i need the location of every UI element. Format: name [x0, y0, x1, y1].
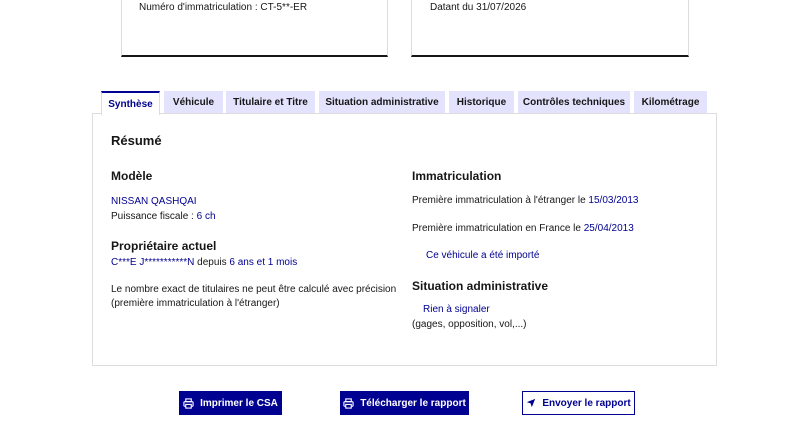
tab-kilometrage[interactable]: Kilométrage [634, 91, 707, 114]
france-registration-label: Première immatriculation en France le [412, 223, 584, 234]
summary-panel: Résumé Modèle NISSAN QASHQAI Puissance f… [92, 113, 717, 366]
owner-since-label: depuis [194, 257, 230, 268]
tab-historique[interactable]: Historique [449, 91, 514, 114]
summary-title: Résumé [111, 133, 162, 148]
model-heading: Modèle [111, 169, 153, 183]
france-registration-date: 25/04/2013 [583, 223, 634, 234]
owner-since-value: 6 ans et 1 mois [229, 257, 298, 268]
foreign-registration-label: Première immatriculation à l'étranger le [412, 195, 589, 206]
owner-note-line1: Le nombre exact de titulaires ne peut êt… [111, 284, 397, 295]
france-registration: Première immatriculation en France le 25… [412, 223, 634, 234]
foreign-registration-date: 15/03/2013 [588, 195, 639, 206]
admin-status-link[interactable]: Rien à signaler [423, 304, 490, 315]
tab-vehicule[interactable]: Véhicule [164, 91, 223, 114]
print-csa-button[interactable]: Imprimer le CSA [179, 391, 282, 415]
fiscal-power-label: Puissance fiscale : [111, 211, 197, 222]
owner-line: C***E J***********N depuis 6 ans et 1 mo… [111, 257, 297, 268]
fiscal-power: Puissance fiscale : 6 ch [111, 211, 216, 222]
owner-name: C***E J***********N [111, 257, 195, 268]
report-date: Datant du 31/07/2026 [430, 2, 527, 13]
model-name: NISSAN QASHQAI [111, 196, 197, 207]
tab-titulaire[interactable]: Titulaire et Titre [226, 91, 315, 114]
download-report-label: Télécharger le rapport [360, 397, 466, 409]
owner-heading: Propriétaire actuel [111, 239, 217, 253]
registration-heading: Immatriculation [412, 169, 502, 183]
foreign-registration: Première immatriculation à l'étranger le… [412, 195, 638, 206]
printer-icon [183, 397, 194, 409]
date-card: Datant du 31/07/2026 [411, 0, 689, 57]
fiscal-power-value: 6 ch [196, 211, 216, 222]
tab-synthese[interactable]: Synthèse [101, 91, 160, 115]
admin-status-detail: (gages, opposition, vol,...) [412, 319, 527, 330]
send-arrow-icon [526, 398, 536, 408]
send-report-button[interactable]: Envoyer le rapport [522, 391, 635, 415]
print-csa-label: Imprimer le CSA [200, 397, 278, 409]
printer-icon [343, 397, 354, 409]
registration-number: Numéro d'immatriculation : CT-5**-ER [139, 2, 308, 13]
owner-note-line2: (première immatriculation à l'étranger) [111, 298, 280, 309]
send-report-label: Envoyer le rapport [542, 397, 631, 409]
imported-vehicle-link[interactable]: Ce véhicule a été importé [426, 250, 539, 261]
tab-controles-techniques[interactable]: Contrôles techniques [518, 91, 630, 114]
registration-card: Numéro d'immatriculation : CT-5**-ER [121, 0, 388, 57]
download-report-button[interactable]: Télécharger le rapport [340, 391, 469, 415]
tab-situation-administrative[interactable]: Situation administrative [319, 91, 445, 114]
admin-situation-heading: Situation administrative [412, 279, 549, 293]
